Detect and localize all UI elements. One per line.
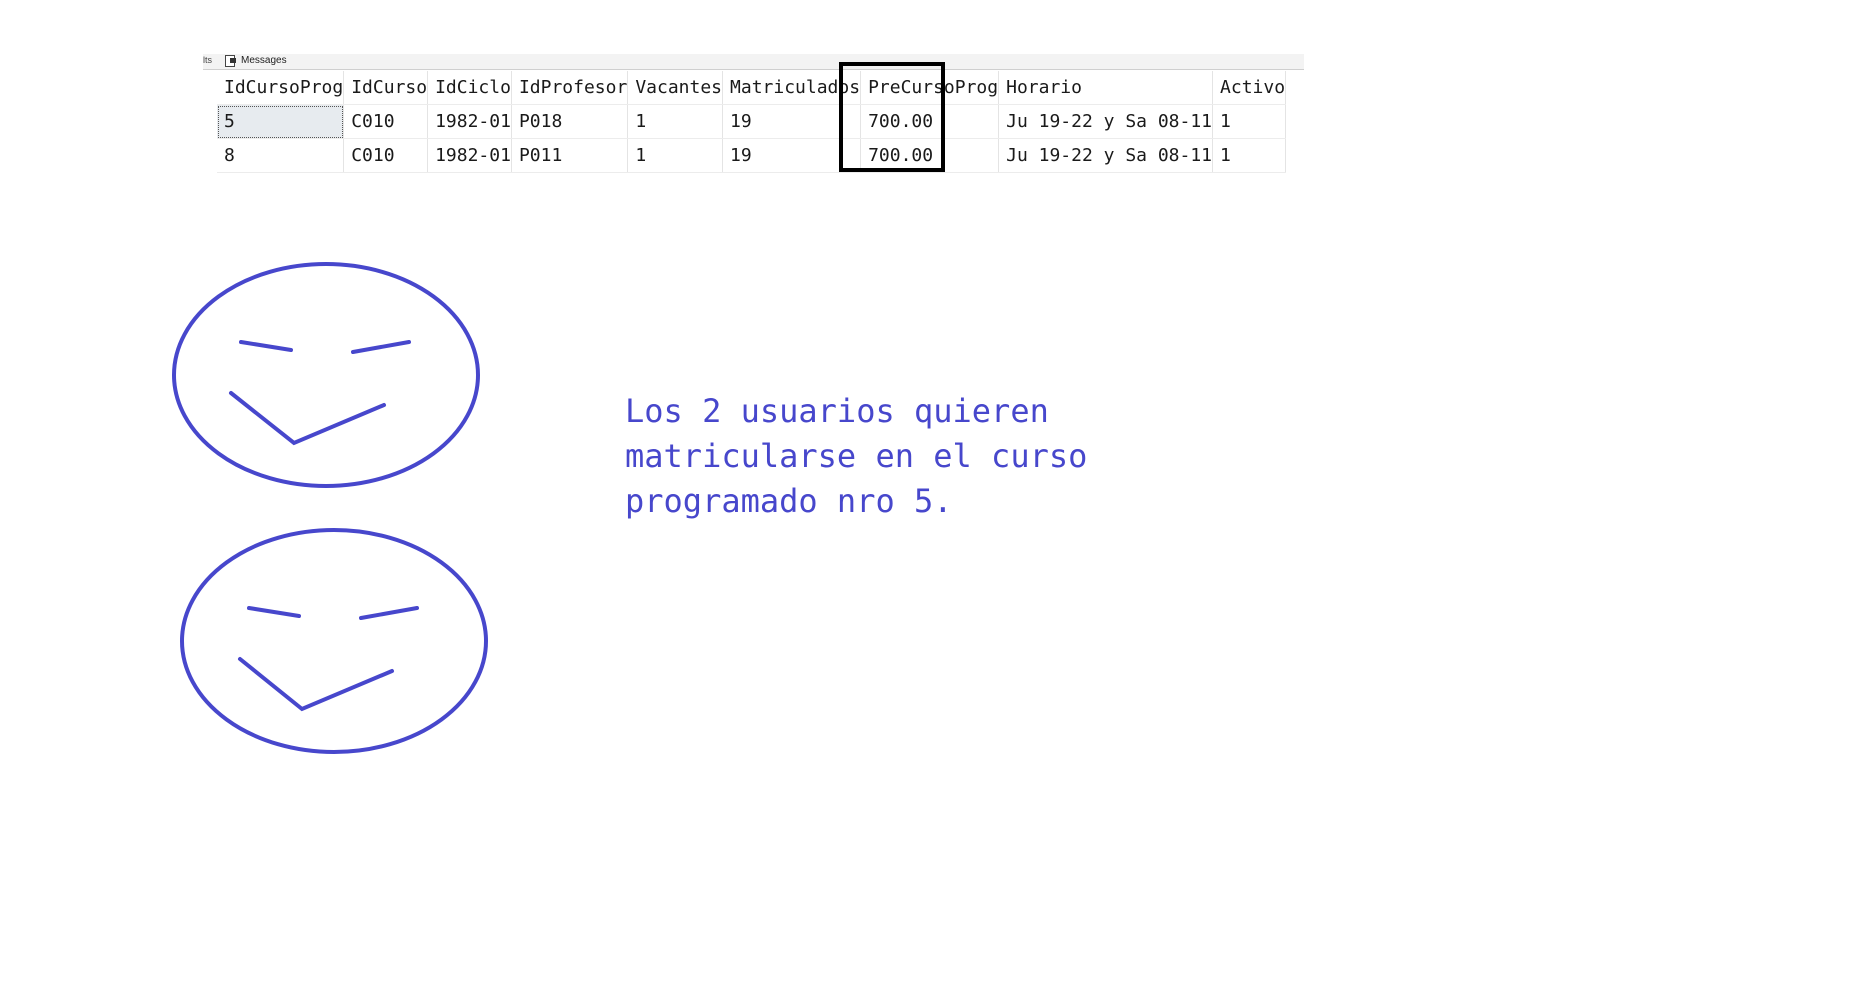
face-outline	[172, 262, 480, 488]
left-eye-line	[247, 606, 301, 618]
smile-line	[229, 391, 386, 446]
smiley-face-bottom	[180, 528, 488, 754]
right-eye-line	[351, 340, 411, 354]
face-outline	[180, 528, 488, 754]
smiley-face-top	[172, 262, 480, 488]
right-eye-line	[359, 606, 419, 620]
annotation-line: Los 2 usuarios quieren	[625, 392, 1049, 430]
annotation-text: Los 2 usuarios quieren matricularse en e…	[625, 389, 1145, 524]
smile-line	[238, 657, 394, 712]
annotation-line: matricularse en el curso	[625, 437, 1088, 475]
left-eye-line	[239, 340, 293, 352]
annotation-line: programado nro 5.	[625, 482, 953, 520]
